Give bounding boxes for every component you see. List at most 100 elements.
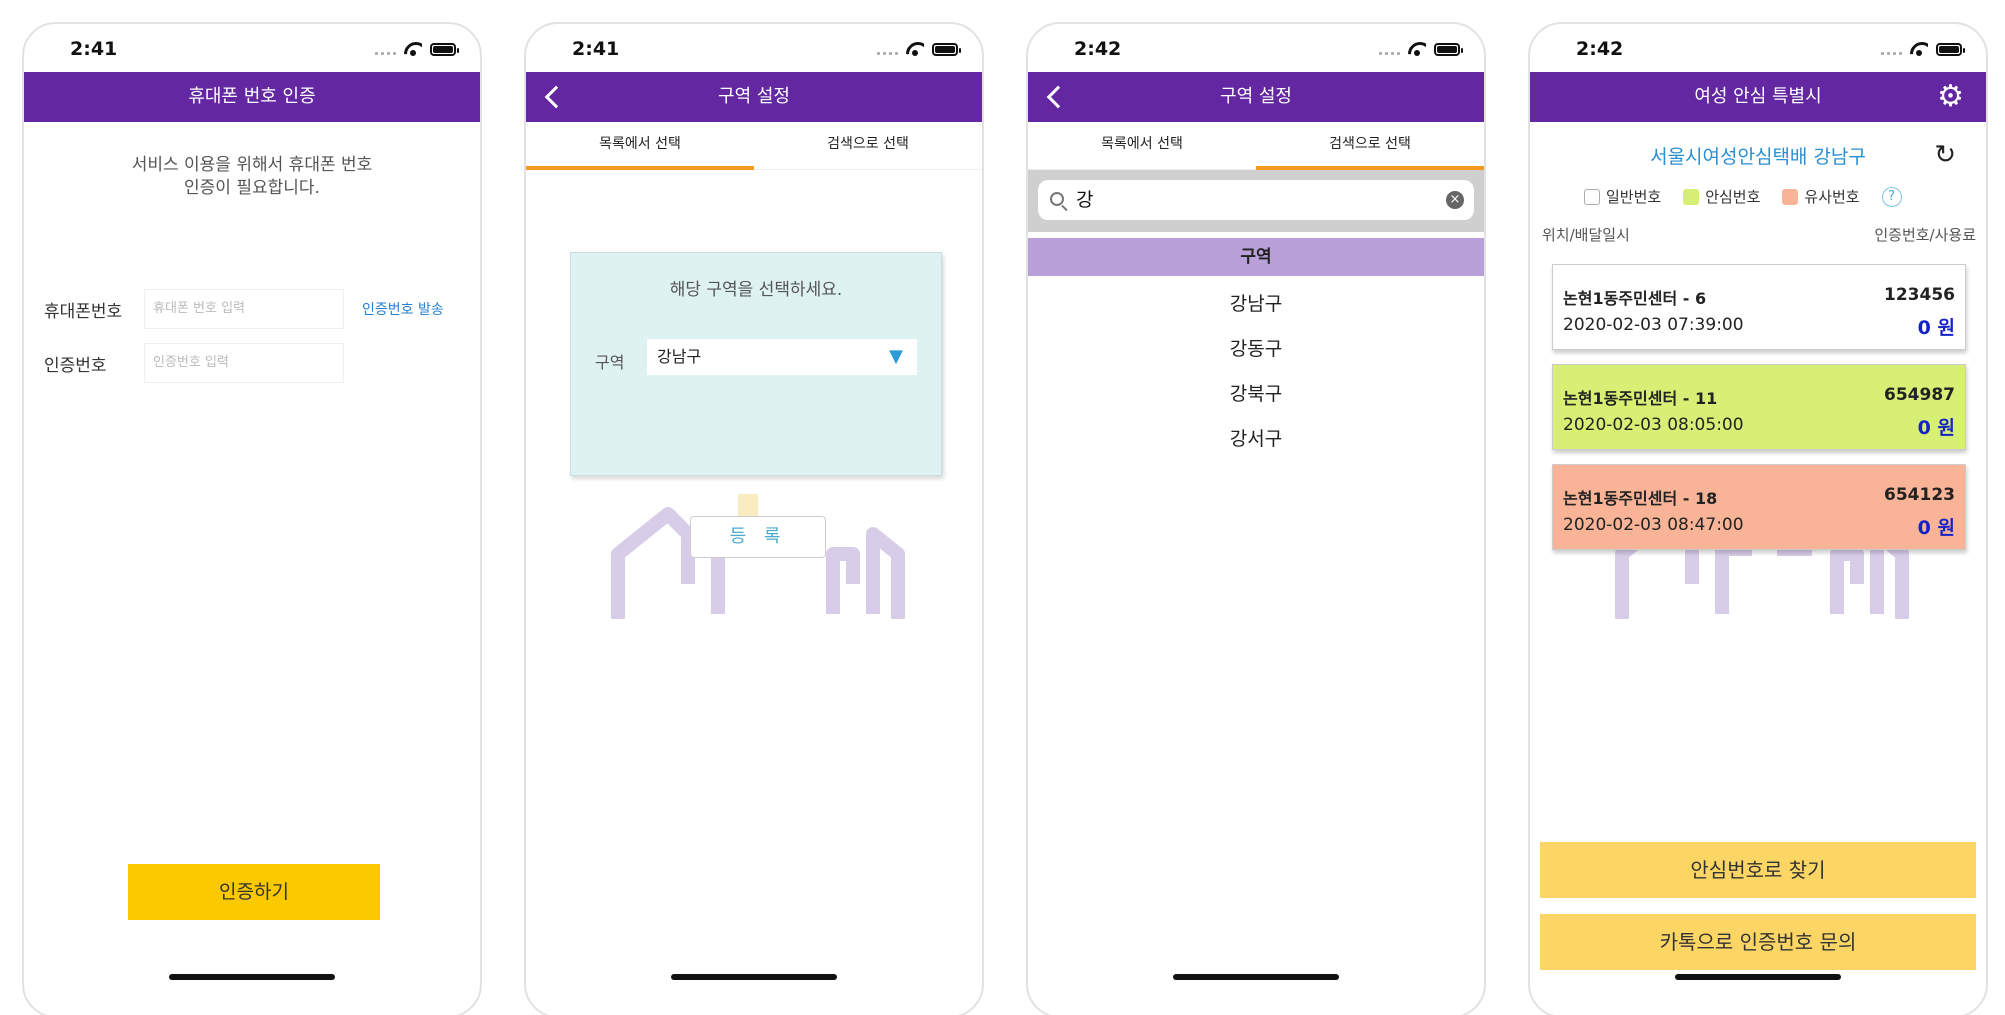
screen-district-list: 2:41 구역 설정 목록에서 선택 검색으로 선택 해당 구역을 선택하세요.… [524,22,984,1015]
card-location: 논현1동주민센터 - 11 [1563,389,1718,408]
refresh-icon[interactable]: ↻ [1934,140,1956,170]
tab-list-select[interactable]: 목록에서 선택 [1028,122,1256,169]
code-row: 인증번호 인증번호 입력 [44,342,460,384]
battery-icon [430,42,459,56]
list-header: 구역 [1028,238,1484,276]
list-item[interactable]: 강동구 [1028,327,1484,372]
result-list: 강남구 강동구 강북구 강서구 [1028,282,1484,462]
district-dialog: 해당 구역을 선택하세요. 구역 강남구 ▼ [570,252,942,476]
card-fee: 0 원 [1917,417,1955,439]
search-bar: 강 × [1028,170,1484,232]
tab-search-select[interactable]: 검색으로 선택 [754,122,982,169]
column-headers: 위치/배달일시 인증번호/사용료 [1542,224,1976,245]
legend-item: 안심번호 [1683,186,1760,207]
verify-button[interactable]: 인증하기 [128,864,380,920]
battery-icon [1434,42,1463,56]
district-select[interactable]: 강남구 ▼ [647,339,917,375]
card-code: 654123 [1884,485,1955,505]
status-bar: 2:42 [1530,24,1986,74]
status-bar: 2:41 [526,24,982,74]
status-bar: 2:41 [24,24,480,74]
house-logo-watermark [611,494,905,619]
search-input-value: 강 [1076,189,1094,211]
nav-bar: 구역 설정 [1028,72,1484,122]
signal-icon [1379,43,1400,55]
home-indicator [671,974,837,980]
card-location: 논현1동주민센터 - 6 [1563,289,1707,308]
status-time: 2:42 [1074,38,1122,60]
dialog-message: 해당 구역을 선택하세요. [669,280,843,300]
legend-swatch [1584,188,1600,205]
register-button[interactable]: 등 록 [690,516,826,558]
card-code: 654987 [1884,385,1955,405]
wifi-icon [906,42,924,56]
legend-swatch [1782,188,1799,205]
district-select-value: 강남구 [657,347,702,366]
gear-icon[interactable]: ⚙ [1937,82,1964,112]
list-item[interactable]: 강북구 [1028,372,1484,417]
card-fee: 0 원 [1917,517,1955,539]
home-indicator [1675,974,1841,980]
col-code-fee: 인증번호/사용료 [1874,226,1976,244]
card-datetime: 2020-02-03 08:05:00 [1563,415,1744,435]
status-time: 2:42 [1576,38,1624,60]
nav-bar: 구역 설정 [526,72,982,122]
home-indicator [169,974,335,980]
back-icon[interactable] [544,85,568,109]
signal-icon [877,43,898,55]
district-label: 구역 [595,353,625,372]
phone-row: 휴대폰번호 휴대폰 번호 입력 인증번호 발송 [44,288,460,330]
status-time: 2:41 [572,38,620,60]
card-code: 123456 [1884,285,1955,305]
list-item[interactable]: 강서구 [1028,417,1484,462]
delivery-card[interactable]: 논현1동주민센터 - 11 654987 2020-02-03 08:05:00… [1552,364,1966,450]
wifi-icon [1408,42,1426,56]
tab-list-select[interactable]: 목록에서 선택 [526,122,754,170]
screen-district-search: 2:42 구역 설정 목록에서 선택 검색으로 선택 강 × 구역 강남구 강동… [1026,22,1486,1015]
send-code-link[interactable]: 인증번호 발송 [362,299,444,319]
tab-search-select[interactable]: 검색으로 선택 [1256,122,1484,170]
tab-bar: 목록에서 선택 검색으로 선택 [1028,122,1484,170]
search-icon [1050,192,1064,206]
nav-bar: 휴대폰 번호 인증 [24,72,480,122]
tab-bar: 목록에서 선택 검색으로 선택 [526,122,982,170]
code-label: 인증번호 [44,355,107,376]
wifi-icon [404,42,422,56]
dropdown-triangle-icon: ▼ [889,346,903,367]
phone-label: 휴대폰번호 [44,301,123,322]
card-datetime: 2020-02-03 07:39:00 [1563,315,1744,335]
battery-icon [1936,42,1965,56]
card-fee: 0 원 [1917,317,1955,339]
back-icon[interactable] [1046,85,1070,109]
district-title: 서울시여성안심택배 강남구 [1650,146,1866,168]
signal-icon [375,43,396,55]
card-location: 논현1동주민센터 - 18 [1563,489,1718,508]
find-by-safe-number-button[interactable]: 안심번호로 찾기 [1540,842,1976,898]
legend-item: 유사번호 [1782,186,1860,207]
page-title: 여성 안심 특별시 [1694,86,1822,107]
card-datetime: 2020-02-03 08:47:00 [1563,515,1744,535]
clear-icon[interactable]: × [1446,191,1464,209]
phone-input[interactable]: 휴대폰 번호 입력 [144,289,344,329]
kakao-inquiry-button[interactable]: 카톡으로 인증번호 문의 [1540,914,1976,970]
delivery-card[interactable]: 논현1동주민센터 - 18 654123 2020-02-03 08:47:00… [1552,464,1966,550]
page-title: 휴대폰 번호 인증 [188,86,316,107]
screen-main-list: 2:42 여성 안심 특별시 ⚙ 서울시여성안심택배 강남구 ↻ 일반번호 안심… [1528,22,1988,1015]
status-time: 2:41 [70,38,118,60]
help-icon[interactable]: ? [1881,186,1902,207]
wifi-icon [1910,42,1928,56]
legend-swatch [1683,188,1700,205]
status-bar: 2:42 [1028,24,1484,74]
page-title: 구역 설정 [1220,86,1292,107]
page-title: 구역 설정 [718,86,790,107]
legend: 일반번호 안심번호 유사번호 ? [1584,186,1902,207]
home-indicator [1173,974,1339,980]
legend-item: 일반번호 [1584,186,1661,207]
nav-bar: 여성 안심 특별시 ⚙ [1530,72,1986,122]
signal-icon [1881,43,1902,55]
delivery-card[interactable]: 논현1동주민센터 - 6 123456 2020-02-03 07:39:00 … [1552,264,1966,350]
code-input[interactable]: 인증번호 입력 [144,343,344,383]
col-location-time: 위치/배달일시 [1542,226,1630,244]
search-input[interactable]: 강 × [1038,180,1474,220]
list-item[interactable]: 강남구 [1028,282,1484,327]
